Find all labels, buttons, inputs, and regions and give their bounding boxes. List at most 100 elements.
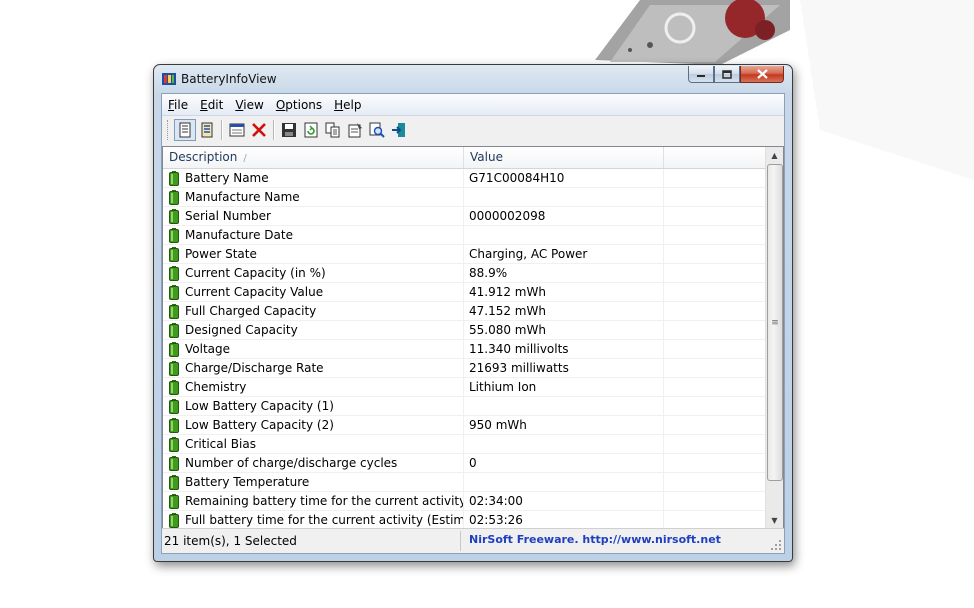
- row-description: Power State: [163, 245, 464, 264]
- row-empty-cell: [664, 378, 769, 397]
- toolbar-grip: [167, 120, 171, 140]
- vertical-scrollbar[interactable]: ▲ ≡ ▼: [765, 147, 783, 529]
- row-value: Lithium Ion: [464, 378, 664, 397]
- row-empty-cell: [664, 245, 769, 264]
- row-description: Battery Temperature: [163, 473, 464, 492]
- row-value: 0: [464, 454, 664, 473]
- row-value: 0000002098: [464, 207, 664, 226]
- html-report-icon: [229, 123, 245, 137]
- row-value: 88.9%: [464, 264, 664, 283]
- exit-icon: [392, 123, 405, 137]
- row-value: G71C00084H10: [464, 169, 664, 188]
- row-empty-cell: [664, 340, 769, 359]
- delete-icon: [252, 123, 266, 137]
- row-description: Charge/Discharge Rate: [163, 359, 464, 378]
- row-value: 950 mWh: [464, 416, 664, 435]
- row-empty-cell: [664, 454, 769, 473]
- scrollbar-thumb[interactable]: ≡: [767, 164, 783, 481]
- row-description: Low Battery Capacity (1): [163, 397, 464, 416]
- table-row[interactable]: Power State Charging, AC Power: [163, 245, 769, 264]
- row-description: Voltage: [163, 340, 464, 359]
- copy-button[interactable]: [322, 119, 344, 141]
- row-description: Critical Bias: [163, 435, 464, 454]
- table-row[interactable]: Charge/Discharge Rate 21693 milliwatts: [163, 359, 769, 378]
- table-row[interactable]: Remaining battery time for the current a…: [163, 492, 769, 511]
- toolbar-separator: [221, 120, 223, 140]
- maximize-button[interactable]: [714, 66, 740, 83]
- table-row[interactable]: Serial Number 0000002098: [163, 207, 769, 226]
- row-value: Charging, AC Power: [464, 245, 664, 264]
- menu-help[interactable]: Help: [328, 98, 367, 112]
- menu-bar: File Edit View Options Help: [162, 94, 784, 116]
- row-empty-cell: [664, 302, 769, 321]
- exit-button[interactable]: [388, 119, 410, 141]
- toolbar-separator: [273, 120, 275, 140]
- column-header-value[interactable]: Value: [464, 147, 664, 168]
- row-empty-cell: [664, 188, 769, 207]
- delete-button[interactable]: [248, 119, 270, 141]
- row-empty-cell: [664, 264, 769, 283]
- battery-info-list[interactable]: Description / Value Battery Name G71C00084…: [162, 146, 784, 530]
- properties-view-button[interactable]: [174, 119, 196, 141]
- table-row[interactable]: Current Capacity Value 41.912 mWh: [163, 283, 769, 302]
- scroll-down-arrow-icon[interactable]: ▼: [766, 512, 783, 529]
- row-empty-cell: [664, 492, 769, 511]
- row-value: 47.152 mWh: [464, 302, 664, 321]
- table-row[interactable]: Voltage 11.340 millivolts: [163, 340, 769, 359]
- column-header-empty: [664, 147, 769, 168]
- battery-info-window: BatteryInfoView File Edit View Options H…: [153, 64, 793, 562]
- title-bar[interactable]: BatteryInfoView: [154, 65, 792, 93]
- save-icon: [282, 123, 296, 137]
- table-row[interactable]: Critical Bias: [163, 435, 769, 454]
- list-view-button[interactable]: [196, 119, 218, 141]
- menu-edit[interactable]: Edit: [194, 98, 229, 112]
- menu-file[interactable]: File: [162, 98, 194, 112]
- row-value: 11.340 millivolts: [464, 340, 664, 359]
- list-view-icon: [201, 122, 213, 138]
- row-value: [464, 226, 664, 245]
- row-value: [464, 435, 664, 454]
- row-empty-cell: [664, 435, 769, 454]
- minimize-button[interactable]: [688, 66, 714, 83]
- save-button[interactable]: [278, 119, 300, 141]
- table-row[interactable]: Manufacture Date: [163, 226, 769, 245]
- table-row[interactable]: Number of charge/discharge cycles 0: [163, 454, 769, 473]
- scroll-up-arrow-icon[interactable]: ▲: [766, 147, 783, 164]
- table-row[interactable]: Low Battery Capacity (1): [163, 397, 769, 416]
- resize-grip-icon[interactable]: [770, 539, 782, 551]
- row-empty-cell: [664, 207, 769, 226]
- minimize-icon: [697, 75, 705, 77]
- window-title: BatteryInfoView: [181, 72, 277, 86]
- row-description: Serial Number: [163, 207, 464, 226]
- table-row[interactable]: Battery Name G71C00084H10: [163, 169, 769, 188]
- row-empty-cell: [664, 169, 769, 188]
- nirsoft-link[interactable]: NirSoft Freeware. http://www.nirsoft.net: [469, 531, 721, 551]
- find-button[interactable]: [366, 119, 388, 141]
- row-description: Current Capacity (in %): [163, 264, 464, 283]
- row-value: 41.912 mWh: [464, 283, 664, 302]
- table-row[interactable]: Manufacture Name: [163, 188, 769, 207]
- refresh-button[interactable]: [300, 119, 322, 141]
- row-description: Manufacture Date: [163, 226, 464, 245]
- maximize-icon: [722, 69, 732, 79]
- row-description: Manufacture Name: [163, 188, 464, 207]
- table-row[interactable]: Full Charged Capacity 47.152 mWh: [163, 302, 769, 321]
- menu-options[interactable]: Options: [270, 98, 328, 112]
- close-button[interactable]: [740, 66, 784, 83]
- column-value-label: Value: [470, 150, 503, 164]
- table-row[interactable]: Designed Capacity 55.080 mWh: [163, 321, 769, 340]
- row-empty-cell: [664, 416, 769, 435]
- html-report-button[interactable]: [226, 119, 248, 141]
- column-header-description[interactable]: Description /: [163, 147, 464, 168]
- properties-button[interactable]: [344, 119, 366, 141]
- list-header: Description / Value: [163, 147, 769, 169]
- table-row[interactable]: Chemistry Lithium Ion: [163, 378, 769, 397]
- table-row[interactable]: Battery Temperature: [163, 473, 769, 492]
- menu-view[interactable]: View: [229, 98, 269, 112]
- table-row[interactable]: Low Battery Capacity (2) 950 mWh: [163, 416, 769, 435]
- row-value: [464, 397, 664, 416]
- table-row[interactable]: Current Capacity (in %) 88.9%: [163, 264, 769, 283]
- find-icon: [369, 122, 385, 138]
- status-bar: 21 item(s), 1 Selected NirSoft Freeware.…: [162, 528, 784, 553]
- refresh-icon: [304, 122, 318, 138]
